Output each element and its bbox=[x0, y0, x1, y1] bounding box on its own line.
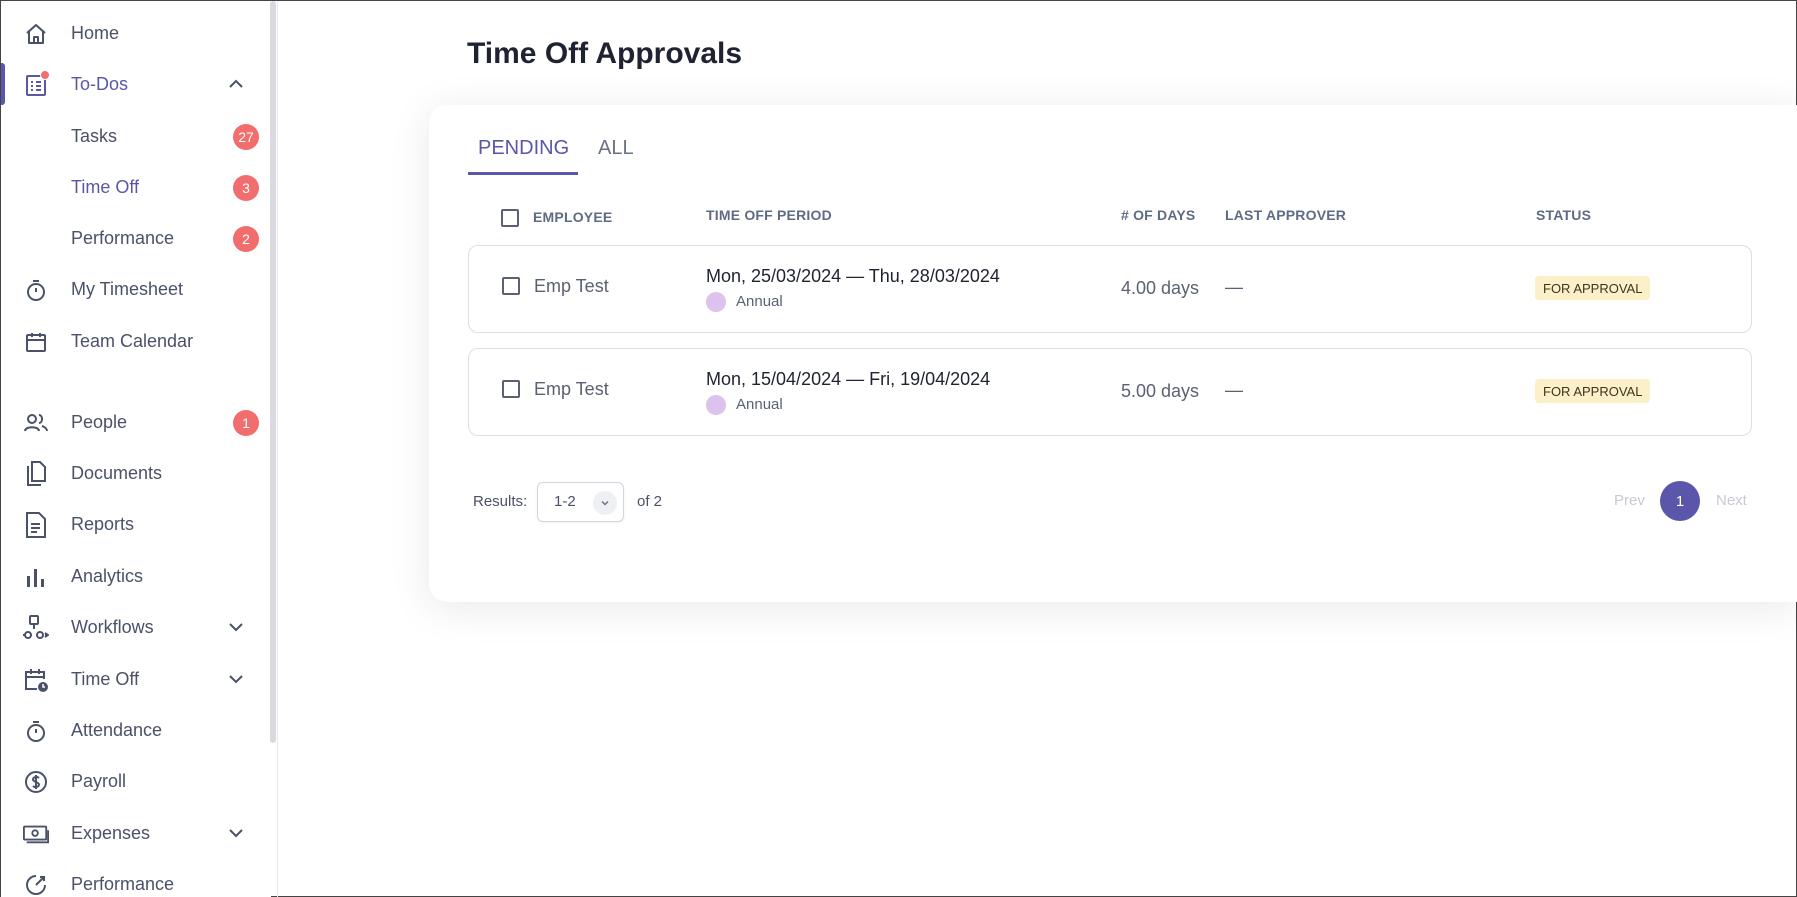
sidebar-item-label: Performance bbox=[71, 227, 175, 248]
chevron-down-icon[interactable] bbox=[227, 670, 245, 688]
sidebar-item-performance-todos[interactable]: Performance 2 bbox=[1, 216, 263, 260]
stopwatch-icon bbox=[23, 277, 49, 303]
stopwatch-icon bbox=[23, 718, 49, 744]
dollar-icon bbox=[23, 769, 49, 795]
leave-type-label: Annual bbox=[736, 293, 783, 310]
sidebar-item-label: Attendance bbox=[71, 719, 163, 740]
notification-dot bbox=[40, 70, 50, 80]
sidebar-item-analytics[interactable]: Analytics bbox=[1, 554, 263, 598]
sidebar-item-label: Expenses bbox=[71, 822, 151, 843]
sidebar: Home To-Dos Tasks 27 Time Off 3 Performa… bbox=[1, 1, 271, 897]
sidebar-item-label: Analytics bbox=[71, 565, 144, 586]
time-off-period: Mon, 15/04/2024 — Fri, 19/04/2024 bbox=[706, 369, 991, 389]
select-all-checkbox[interactable] bbox=[501, 209, 519, 227]
sidebar-item-team-calendar[interactable]: Team Calendar bbox=[1, 319, 263, 363]
sidebar-item-payroll[interactable]: Payroll bbox=[1, 759, 263, 803]
bar-chart-icon bbox=[23, 564, 49, 590]
leave-type-dot bbox=[706, 292, 726, 312]
sidebar-item-todos[interactable]: To-Dos bbox=[1, 62, 263, 106]
sidebar-item-label: Performance bbox=[71, 873, 175, 894]
time-off-period: Mon, 25/03/2024 — Thu, 28/03/2024 bbox=[706, 266, 1000, 286]
sidebar-item-label: My Timesheet bbox=[71, 278, 184, 299]
next-page-button[interactable]: Next bbox=[1716, 492, 1747, 509]
sidebar-item-label: Reports bbox=[71, 513, 135, 534]
money-icon bbox=[23, 821, 49, 847]
home-icon bbox=[23, 21, 49, 47]
chevron-down-icon[interactable] bbox=[227, 824, 245, 842]
sidebar-item-attendance[interactable]: Attendance bbox=[1, 708, 263, 752]
leave-type-dot bbox=[706, 395, 726, 415]
sidebar-scrollbar[interactable] bbox=[270, 1, 276, 743]
workflow-icon bbox=[23, 615, 49, 641]
active-tab-underline bbox=[468, 172, 578, 175]
employee-name[interactable]: Emp Test bbox=[534, 276, 609, 297]
sidebar-item-workflows[interactable]: Workflows bbox=[1, 605, 263, 649]
sidebar-item-label: Home bbox=[71, 22, 120, 43]
sidebar-item-reports[interactable]: Reports bbox=[1, 502, 263, 546]
calendar-icon bbox=[23, 329, 49, 355]
row-checkbox[interactable] bbox=[502, 277, 520, 295]
performance-icon bbox=[23, 872, 49, 897]
chevron-up-icon[interactable] bbox=[227, 75, 245, 93]
count-badge: 27 bbox=[233, 124, 259, 150]
sidebar-item-label: Payroll bbox=[71, 770, 127, 791]
employee-name[interactable]: Emp Test bbox=[534, 379, 609, 400]
count-badge: 2 bbox=[233, 226, 259, 252]
count-badge: 1 bbox=[233, 410, 259, 436]
report-icon bbox=[23, 512, 49, 538]
sidebar-item-label: Team Calendar bbox=[71, 330, 194, 351]
leave-type-label: Annual bbox=[736, 396, 783, 413]
tab-all[interactable]: ALL bbox=[598, 137, 634, 160]
sidebar-divider bbox=[277, 1, 278, 897]
sidebar-item-label: Time Off bbox=[71, 176, 140, 197]
column-header-last-approver: LAST APPROVER bbox=[1225, 207, 1347, 223]
page-size-select[interactable]: 1-2 bbox=[537, 482, 624, 522]
days-count: 5.00 days bbox=[1121, 381, 1200, 401]
column-header-status: STATUS bbox=[1536, 207, 1592, 223]
row-checkbox[interactable] bbox=[502, 380, 520, 398]
sidebar-item-time-off-todos[interactable]: Time Off 3 bbox=[1, 165, 263, 209]
sidebar-item-tasks[interactable]: Tasks 27 bbox=[1, 114, 263, 158]
page-number-button[interactable]: 1 bbox=[1660, 481, 1700, 521]
chevron-down-icon bbox=[593, 491, 617, 515]
people-icon bbox=[23, 410, 49, 436]
results-total: of 2 bbox=[637, 493, 663, 510]
column-header-period: TIME OFF PERIOD bbox=[706, 207, 832, 223]
sidebar-item-label: To-Dos bbox=[71, 73, 129, 94]
sidebar-item-label: Workflows bbox=[71, 616, 154, 637]
page-title: Time Off Approvals bbox=[467, 37, 743, 70]
sidebar-item-home[interactable]: Home bbox=[1, 11, 263, 55]
status-badge: FOR APPROVAL bbox=[1535, 379, 1651, 403]
documents-icon bbox=[23, 461, 49, 487]
column-header-days: # OF DAYS bbox=[1121, 207, 1196, 223]
days-count: 4.00 days bbox=[1121, 278, 1200, 298]
chevron-down-icon[interactable] bbox=[227, 618, 245, 636]
results-label: Results: bbox=[473, 493, 528, 510]
last-approver: — bbox=[1225, 277, 1243, 297]
prev-page-button[interactable]: Prev bbox=[1614, 492, 1645, 509]
sidebar-item-label: Documents bbox=[71, 462, 163, 483]
sidebar-item-documents[interactable]: Documents bbox=[1, 451, 263, 495]
sidebar-item-performance[interactable]: Performance bbox=[1, 862, 263, 897]
sidebar-item-label: Tasks bbox=[71, 125, 118, 146]
sidebar-item-label: Time Off bbox=[71, 668, 140, 689]
sidebar-item-time-off[interactable]: Time Off bbox=[1, 657, 263, 701]
sidebar-item-people[interactable]: People 1 bbox=[1, 400, 263, 444]
status-badge: FOR APPROVAL bbox=[1535, 276, 1651, 300]
sidebar-item-label: People bbox=[71, 411, 128, 432]
calendar-clock-icon bbox=[23, 667, 49, 693]
column-header-employee: EMPLOYEE bbox=[533, 209, 613, 225]
sidebar-item-expenses[interactable]: Expenses bbox=[1, 811, 263, 855]
count-badge: 3 bbox=[233, 175, 259, 201]
page-size-value: 1-2 bbox=[554, 493, 576, 510]
sidebar-item-my-timesheet[interactable]: My Timesheet bbox=[1, 267, 263, 311]
last-approver: — bbox=[1225, 380, 1243, 400]
tab-pending[interactable]: PENDING bbox=[478, 137, 569, 160]
